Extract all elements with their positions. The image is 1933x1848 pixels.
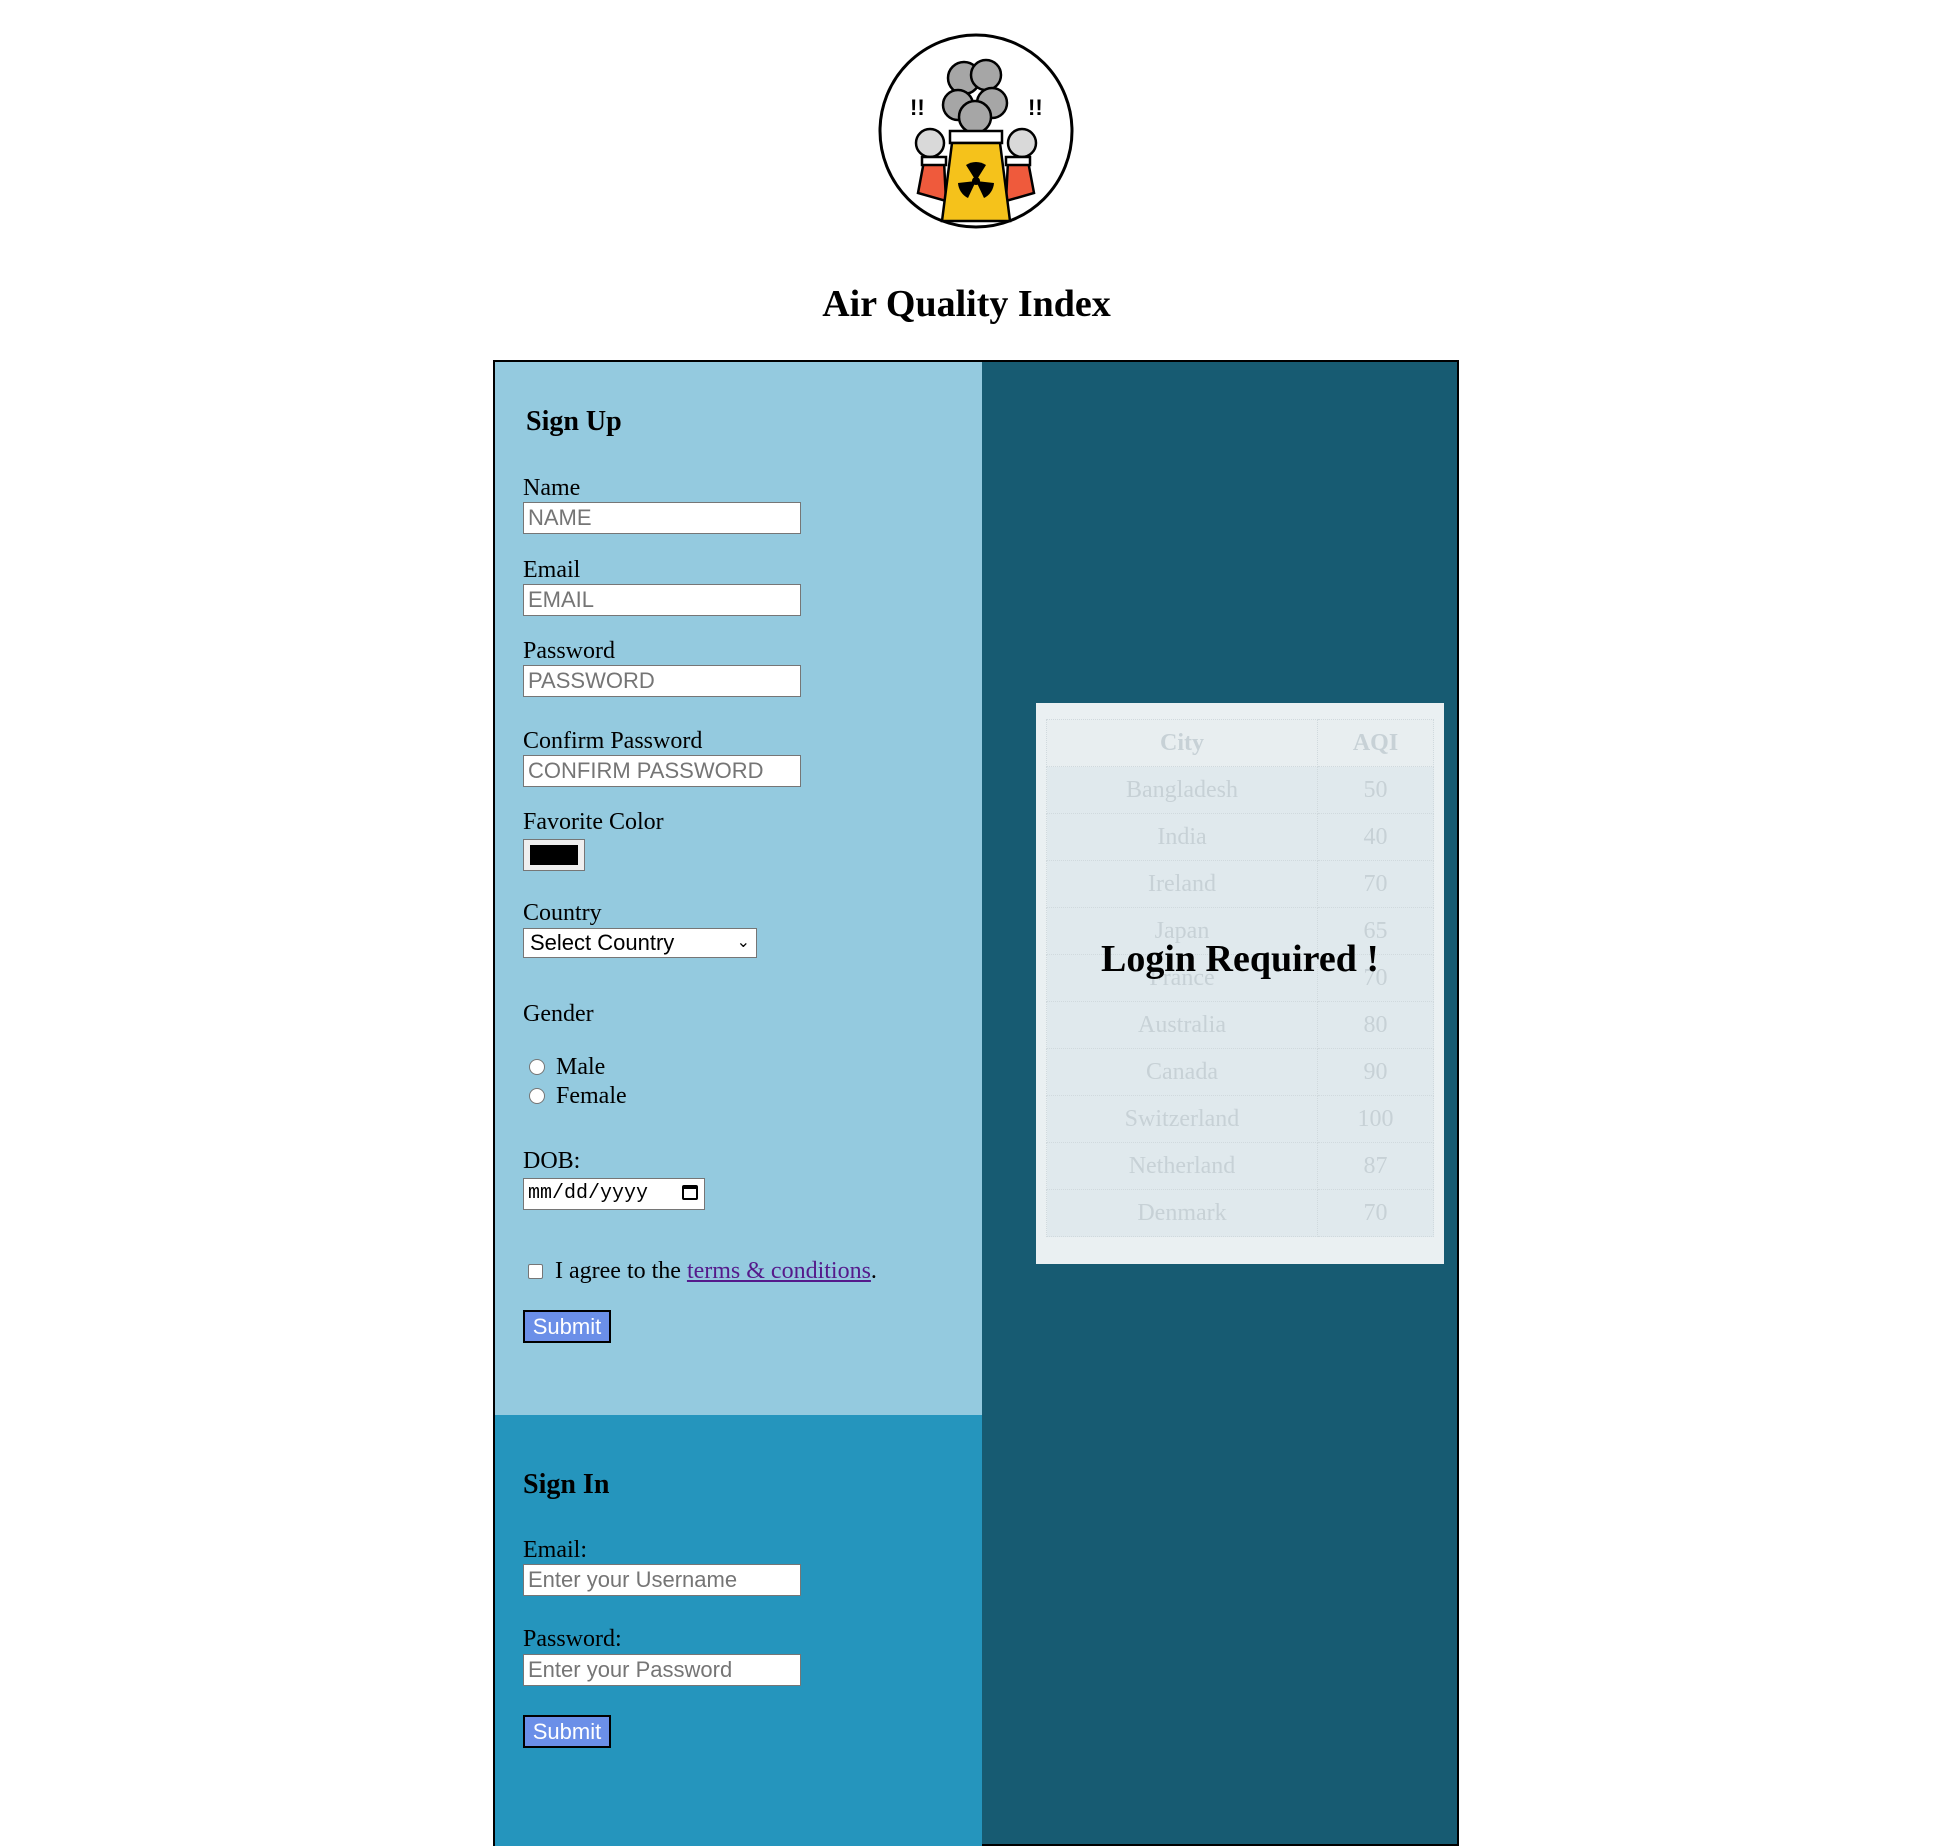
- aqi-cell: 87: [1317, 1142, 1434, 1190]
- name-label: Name: [523, 475, 581, 501]
- main-container: Sign Up Name NAME Email EMAIL Password P…: [493, 360, 1459, 1846]
- svg-text:!!: !!: [1028, 95, 1043, 120]
- terms-suffix: .: [870, 1258, 877, 1284]
- email-input[interactable]: EMAIL: [523, 584, 801, 616]
- city-cell: Netherland: [1046, 1142, 1318, 1190]
- aqi-cell: 90: [1317, 1048, 1434, 1096]
- color-swatch: [530, 845, 578, 865]
- page-title: Air Quality Index: [822, 283, 1111, 325]
- city-cell: Canada: [1046, 1048, 1318, 1096]
- gender-male-label: Male: [556, 1054, 606, 1080]
- terms-checkbox[interactable]: [528, 1264, 543, 1279]
- aqi-cell: 70: [1317, 860, 1434, 908]
- password-label: Password: [523, 638, 616, 664]
- city-cell: Bangladesh: [1046, 766, 1318, 814]
- table-header-row: City AQI: [1046, 719, 1434, 767]
- aqi-cell: 100: [1317, 1095, 1434, 1143]
- column-header-aqi: AQI: [1317, 719, 1434, 767]
- login-required-message: Login Required !: [1100, 938, 1379, 980]
- city-cell: India: [1046, 813, 1318, 861]
- table-row: Australia 80: [1046, 1001, 1434, 1049]
- city-cell: Ireland: [1046, 860, 1318, 908]
- aqi-cell: 40: [1317, 813, 1434, 861]
- table-row: Ireland 70: [1046, 860, 1434, 908]
- gender-male-radio[interactable]: [529, 1059, 545, 1075]
- signup-heading: Sign Up: [526, 406, 622, 437]
- table-row: India 40: [1046, 813, 1434, 861]
- dob-label: DOB:: [523, 1148, 581, 1174]
- dob-input[interactable]: mm/dd/yyyy: [523, 1178, 705, 1210]
- dob-placeholder: mm/dd/yyyy: [528, 1182, 649, 1205]
- signin-form: Sign In Email: Enter your Username Passw…: [495, 1415, 982, 1846]
- city-cell: Australia: [1046, 1001, 1318, 1049]
- signin-submit-button[interactable]: Submit: [523, 1715, 611, 1748]
- favorite-color-picker[interactable]: [523, 839, 585, 871]
- signin-heading: Sign In: [523, 1469, 610, 1500]
- signin-email-label: Email:: [523, 1537, 587, 1563]
- signup-form: Sign Up Name NAME Email EMAIL Password P…: [495, 362, 982, 1415]
- factory-pollution-logo-icon: !! !!: [878, 33, 1074, 229]
- chevron-down-icon: ⌄: [736, 934, 750, 951]
- table-row: Bangladesh 50: [1046, 766, 1434, 814]
- calendar-icon[interactable]: [682, 1185, 698, 1200]
- terms-text: I agree to the terms & conditions.: [555, 1257, 877, 1285]
- table-row: Denmark 70: [1046, 1189, 1434, 1237]
- aqi-cell: 50: [1317, 766, 1434, 814]
- table-row: Canada 90: [1046, 1048, 1434, 1096]
- favorite-color-label: Favorite Color: [523, 809, 664, 835]
- terms-prefix: I agree to the: [555, 1258, 687, 1284]
- gender-label: Gender: [523, 1001, 594, 1027]
- signin-password-label: Password:: [523, 1626, 622, 1652]
- country-select[interactable]: Select Country ⌄: [523, 928, 757, 958]
- gender-female-radio[interactable]: [529, 1088, 545, 1104]
- aqi-table-card: City AQI Bangladesh 50 India 40 Ireland 70 Jap…: [1036, 703, 1444, 1264]
- password-input[interactable]: PASSWORD: [523, 665, 801, 697]
- table-row: Netherland 87: [1046, 1142, 1434, 1190]
- city-cell: Switzerland: [1046, 1095, 1318, 1143]
- country-select-value: Select Country: [530, 930, 675, 955]
- gender-female-label: Female: [556, 1083, 627, 1109]
- column-header-city: City: [1046, 719, 1318, 767]
- email-label: Email: [523, 557, 581, 583]
- signin-email-input[interactable]: Enter your Username: [523, 1564, 801, 1596]
- signup-submit-button[interactable]: Submit: [523, 1310, 611, 1343]
- aqi-cell: 80: [1317, 1001, 1434, 1049]
- svg-text:!!: !!: [910, 95, 925, 120]
- aqi-cell: 70: [1317, 1189, 1434, 1237]
- signin-password-input[interactable]: Enter your Password: [523, 1654, 801, 1686]
- confirm-password-label: Confirm Password: [523, 728, 703, 754]
- name-input[interactable]: NAME: [523, 502, 801, 534]
- confirm-password-input[interactable]: CONFIRM PASSWORD: [523, 755, 801, 787]
- city-cell: Denmark: [1046, 1189, 1318, 1237]
- terms-link[interactable]: terms & conditions: [687, 1258, 871, 1284]
- table-row: Switzerland 100: [1046, 1095, 1434, 1143]
- country-label: Country: [523, 900, 602, 926]
- aqi-table-body: Bangladesh 50 India 40 Ireland 70 Japan 65 Franc…: [1046, 766, 1434, 1237]
